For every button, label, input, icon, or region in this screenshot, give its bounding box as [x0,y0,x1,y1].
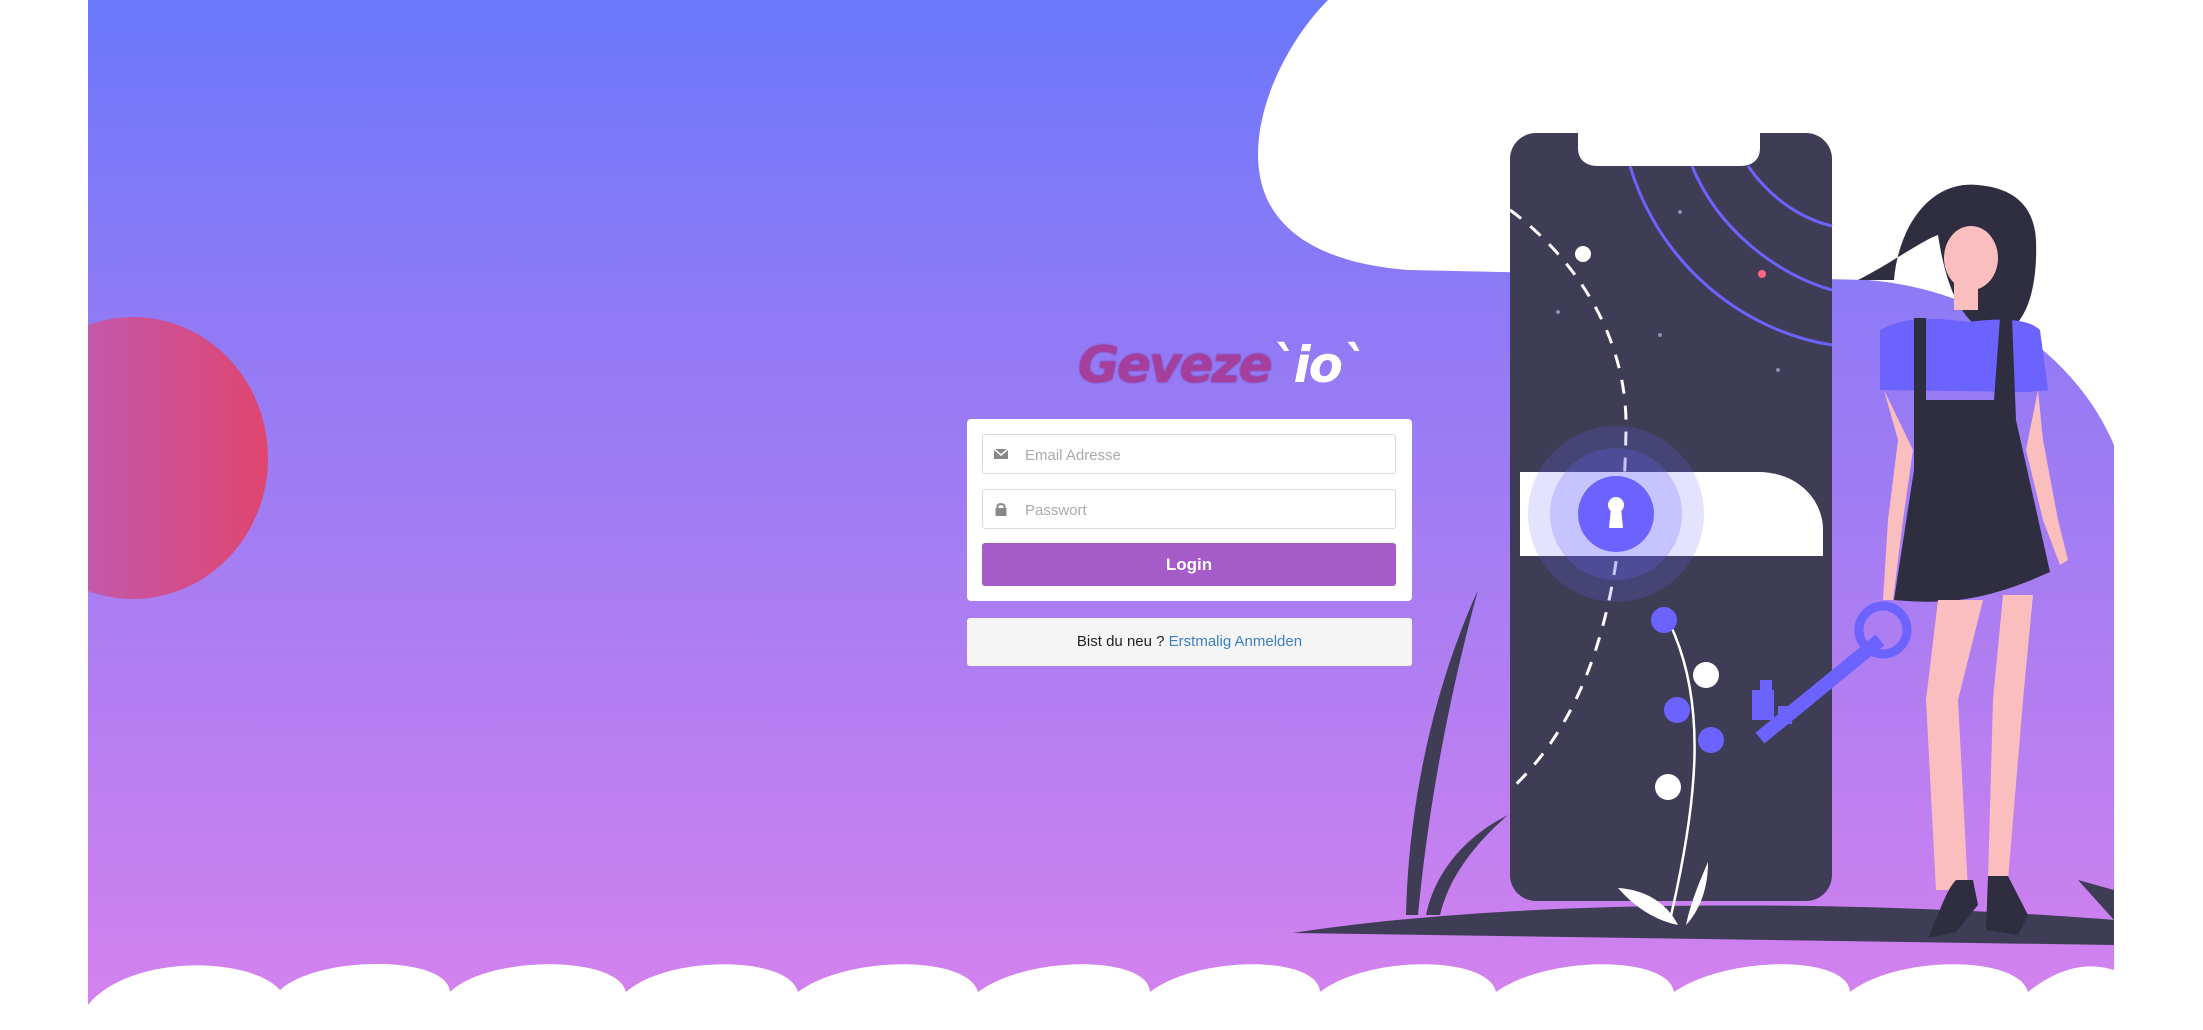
password-field[interactable] [982,489,1396,530]
login-button[interactable]: Login [982,543,1396,586]
email-input[interactable] [1023,435,1387,475]
leaf [1426,815,1508,915]
app-logo: Geveze`io` [1078,336,1366,394]
lock-icon [993,501,1009,517]
bottom-clouds [88,963,2114,1030]
signup-link[interactable]: Erstmalig Anmelden [1169,633,1302,650]
email-field[interactable] [982,434,1396,475]
envelope-icon [993,446,1009,462]
signup-prompt: Bist du neu ? [1076,633,1165,650]
leaf [2078,880,2114,920]
password-input[interactable] [1023,490,1387,530]
login-background: Geveze`io` Login Bist du neu ? Erstmalig… [88,0,2114,1030]
login-form: Login [967,419,1412,601]
logo-text-primary: Geveze [1078,336,1272,394]
decorative-blob [88,317,268,599]
leaf [1406,590,1478,915]
logo-text-secondary: `io` [1270,336,1365,394]
signup-panel: Bist du neu ? Erstmalig Anmelden [967,618,1412,666]
